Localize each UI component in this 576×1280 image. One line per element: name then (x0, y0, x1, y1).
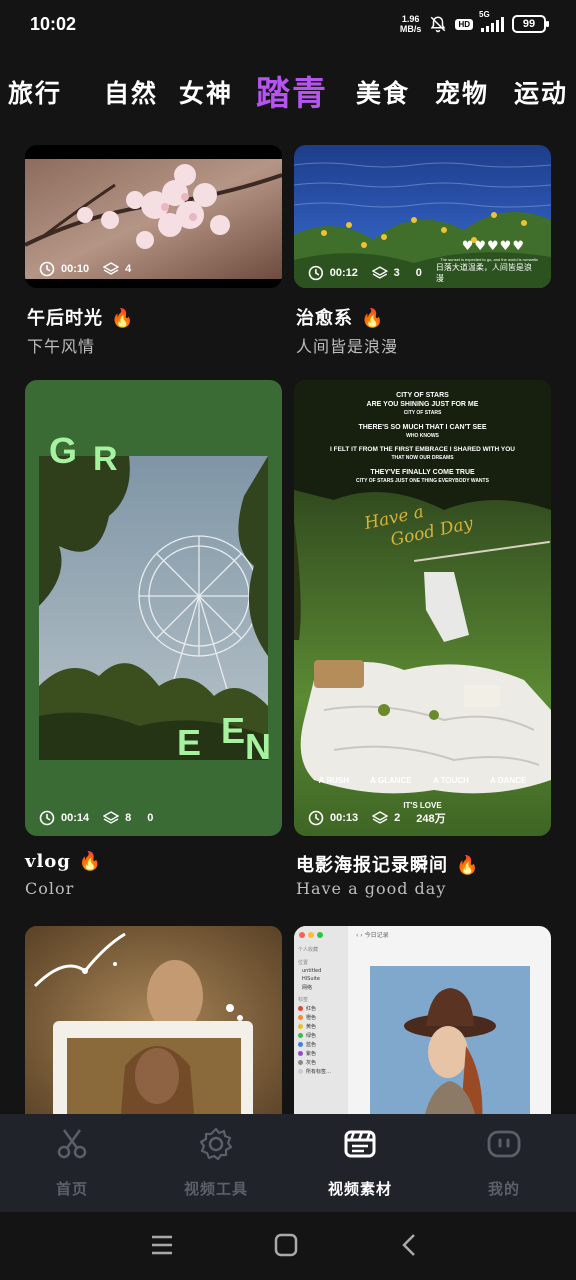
gear-icon (199, 1127, 233, 1161)
template-card[interactable]: 00:10 4 (25, 145, 282, 288)
finder-tag[interactable]: 紫色 (294, 1049, 348, 1058)
card-title: vlog 🔥 (25, 851, 103, 872)
card-title: 治愈系 🔥 (296, 308, 385, 329)
fire-icon: 🔥 (361, 308, 385, 329)
network-speed: 1.96 MB/s (399, 14, 422, 34)
system-nav-bar (0, 1212, 576, 1280)
tab-spring-outing[interactable]: 踏青 (256, 66, 328, 115)
layers-icon (103, 262, 120, 275)
clock-icon (39, 261, 55, 277)
tag-dot-icon (298, 1015, 303, 1020)
nav-video-materials[interactable]: 视频素材 (288, 1114, 432, 1212)
finder-tag[interactable]: 蓝色 (294, 1040, 348, 1049)
poster-bottom-words: A RUSH A GLANCE A TOUCH A DANCE (318, 776, 527, 785)
scissors-icon (57, 1129, 87, 1159)
letter-e: E (177, 722, 202, 763)
finder-path: ‹ › 今日记录 (356, 932, 389, 939)
tag-dot-icon (298, 1033, 303, 1038)
hd-badge: HD (455, 18, 473, 30)
clock-icon (308, 810, 324, 826)
layers-icon (103, 811, 120, 824)
template-card[interactable] (25, 926, 282, 1126)
letter-n: N (245, 726, 271, 767)
robot-face-icon (487, 1130, 521, 1158)
letter-e: E (221, 710, 246, 751)
finder-tag[interactable]: 绿色 (294, 1031, 348, 1040)
category-tabs: 旅行 自然 女神 踏青 美食 宠物 运动 (0, 66, 576, 116)
finder-tag[interactable]: 红色 (294, 1004, 348, 1013)
fire-icon: 🔥 (78, 851, 103, 872)
menu-icon[interactable] (149, 1232, 175, 1258)
card-subtitle: Have a good day (296, 879, 447, 898)
card-meta: 00:10 4 (39, 261, 131, 277)
template-card[interactable]: 个人收藏 位置 untitled HiSuite 网络 标签 红色 橙色 黄色 绿色蓝… (294, 926, 551, 1126)
status-icons: 1.96 MB/s HD 5G 99 (399, 10, 549, 34)
template-card[interactable]: G R E E N 00:14 8 0 (25, 380, 282, 836)
clock-icon (308, 265, 324, 281)
nav-home[interactable]: 首页 (0, 1114, 144, 1212)
portrait-hat-photo (370, 966, 530, 1126)
back-icon[interactable] (397, 1232, 423, 1258)
tag-dot-icon (298, 1006, 303, 1011)
autumn-portrait-thumbnail (25, 926, 282, 1126)
tab-goddess[interactable]: 女神 (179, 74, 233, 110)
nav-video-tools[interactable]: 视频工具 (144, 1114, 288, 1212)
clock-icon (39, 810, 55, 826)
template-card[interactable]: ♥♥♥♥♥ The sunset is expected to go, and … (294, 145, 551, 288)
card-title: 午后时光 🔥 (27, 308, 135, 329)
card-meta: 00:12 3 0 日落大道温柔，人间皆是浪漫 (308, 262, 538, 284)
tab-pets[interactable]: 宠物 (435, 74, 489, 110)
layers-icon (372, 811, 389, 824)
template-card[interactable]: CITY OF STARS ARE YOU SHINING JUST FOR M… (294, 380, 551, 836)
tag-dot-icon (298, 1042, 303, 1047)
card-subtitle: Color (25, 879, 75, 898)
status-bar: 10:02 1.96 MB/s HD 5G 99 (0, 0, 576, 52)
tab-nature[interactable]: 自然 (104, 74, 158, 110)
finder-tag[interactable]: 黄色 (294, 1022, 348, 1031)
nav-profile[interactable]: 我的 (432, 1114, 576, 1212)
card-subtitle: 下午风情 (27, 337, 96, 356)
tag-dot-icon (298, 1024, 303, 1029)
letter-g: G (49, 430, 78, 471)
home-icon[interactable] (273, 1232, 299, 1258)
tag-dot-icon (298, 1069, 303, 1074)
signal-icon: 5G (479, 10, 504, 32)
finder-tag[interactable]: 橙色 (294, 1013, 348, 1022)
tab-travel[interactable]: 旅行 (8, 74, 62, 110)
finder-sidebar: 个人收藏 位置 untitled HiSuite 网络 标签 红色 橙色 黄色 绿色蓝… (294, 926, 348, 1126)
letter-r: R (93, 440, 118, 478)
battery-icon: 99 (512, 15, 549, 33)
tag-dot-icon (298, 1051, 303, 1056)
status-time: 10:02 (30, 14, 77, 34)
card-subtitle: 人间皆是浪漫 (296, 337, 399, 356)
fire-icon: 🔥 (456, 855, 480, 876)
tab-food[interactable]: 美食 (356, 74, 410, 110)
card-meta: 00:13 2 248万 (308, 810, 446, 826)
finder-tag[interactable]: 灰色 (294, 1058, 348, 1067)
tab-sports[interactable]: 运动 (514, 74, 568, 110)
clapperboard-icon (344, 1130, 376, 1158)
fire-icon: 🔥 (111, 308, 135, 329)
bell-muted-icon (431, 16, 446, 33)
layers-icon (371, 266, 388, 279)
overlay-caption: 日落大道温柔，人间皆是浪漫 (435, 263, 532, 283)
bottom-nav: 首页 视频工具 视频素材 我的 (0, 1114, 576, 1212)
tag-dot-icon (298, 1060, 303, 1065)
finder-tag[interactable]: 所有标签… (294, 1067, 348, 1076)
hearts-overlay: ♥♥♥♥♥ (461, 239, 525, 254)
card-title: 电影海报记录瞬间 🔥 (296, 855, 480, 876)
card-meta: 00:14 8 0 (39, 810, 153, 826)
